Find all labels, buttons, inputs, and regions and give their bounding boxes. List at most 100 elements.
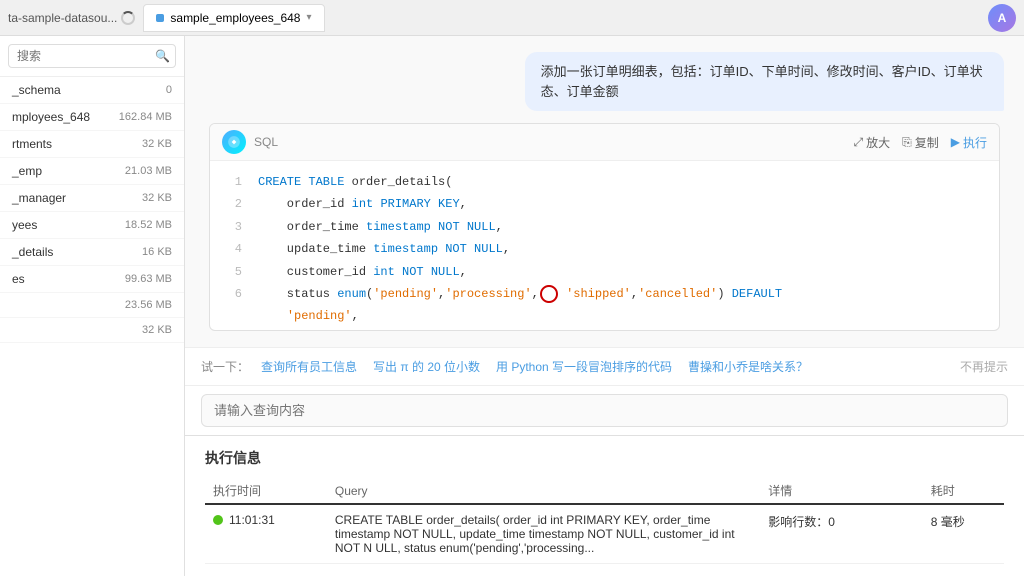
item-size: 18.52 MB: [125, 219, 172, 231]
col-header-duration: 耗时: [923, 478, 1004, 504]
table-row: 11:01:31 CREATE TABLE order_details( ord…: [205, 504, 1004, 564]
code-content: order_time timestamp NOT NULL,: [258, 217, 503, 237]
exec-query-cell: CREATE TABLE order_details( order_id int…: [327, 504, 760, 564]
line-number: 4: [222, 239, 242, 259]
zoom-label: 放大: [866, 134, 890, 151]
tab-chevron-icon: ▾: [306, 12, 311, 23]
sidebar-item-employees[interactable]: mployees_648 162.84 MB: [0, 104, 184, 131]
sidebar-item-emp[interactable]: _emp 21.03 MB: [0, 158, 184, 185]
line-number: 5: [222, 262, 242, 282]
item-name: _manager: [12, 191, 66, 205]
execution-info: 执行信息 执行时间 Query 详情 耗时 11: [185, 435, 1024, 576]
item-name: _schema: [12, 83, 61, 97]
sidebar-item-manager[interactable]: _manager 32 KB: [0, 185, 184, 212]
sidebar-item-details[interactable]: _details 16 KB: [0, 239, 184, 266]
col-header-time: 执行时间: [205, 478, 327, 504]
suggestions-bar: 试一下： 查询所有员工信息 写出 π 的 20 位小数 用 Python 写一段…: [185, 347, 1024, 385]
sidebar-item-departments[interactable]: rtments 32 KB: [0, 131, 184, 158]
sql-header-left: SQL: [222, 130, 278, 154]
code-area: 1 CREATE TABLE order_details( 2 order_id…: [210, 161, 999, 331]
chat-area: 添加一张订单明细表，包括：订单ID、下单时间、修改时间、客户ID、订单状态、订单…: [185, 36, 1024, 347]
col-header-detail: 详情: [760, 478, 923, 504]
copy-action[interactable]: ⎘ 复制: [902, 134, 939, 151]
item-name: es: [12, 272, 25, 286]
col-header-query: Query: [327, 478, 760, 504]
sidebar-item-schema[interactable]: _schema 0: [0, 77, 184, 104]
code-content: customer_id int NOT NULL,: [258, 262, 467, 282]
item-size: 32 KB: [142, 324, 172, 336]
zoom-action[interactable]: ⤢ 放大: [854, 134, 891, 151]
code-line-3: 3 order_time timestamp NOT NULL,: [210, 216, 999, 238]
suggestion-label: 试一下：: [201, 358, 249, 375]
suggestion-btn-1[interactable]: 写出 π 的 20 位小数: [369, 356, 484, 377]
active-tab[interactable]: sample_employees_648 ▾: [143, 4, 324, 32]
sidebar-item-es[interactable]: es 99.63 MB: [0, 266, 184, 293]
sidebar-item-yees[interactable]: yees 18.52 MB: [0, 212, 184, 239]
top-bar: ta-sample-datasou... sample_employees_64…: [0, 0, 1024, 36]
item-name: mployees_648: [12, 110, 90, 124]
code-line-5: 5 customer_id int NOT NULL,: [210, 261, 999, 283]
user-avatar[interactable]: A: [988, 4, 1016, 32]
tab-dot: [156, 14, 164, 22]
cursor-circle: [540, 285, 558, 303]
run-label: 执行: [963, 134, 987, 151]
item-size: 32 KB: [142, 138, 172, 150]
code-line-1: 1 CREATE TABLE order_details(: [210, 171, 999, 193]
code-content: order_id int PRIMARY KEY,: [258, 194, 467, 214]
item-size: 21.03 MB: [125, 165, 172, 177]
run-action[interactable]: ▶ 执行: [951, 134, 987, 151]
line-number: 3: [222, 217, 242, 237]
app-label: ta-sample-datasou...: [8, 11, 117, 25]
line-number: 2: [222, 194, 242, 214]
sidebar-items-list: _schema 0 mployees_648 162.84 MB rtments…: [0, 77, 184, 576]
code-line-6: 6 status enum('pending','processing', 's…: [210, 283, 999, 305]
sql-svg: [227, 135, 241, 149]
tab-label: sample_employees_648: [170, 11, 300, 25]
sidebar-item-9[interactable]: 32 KB: [0, 318, 184, 343]
copy-icon: ⎘: [902, 135, 912, 150]
suggestion-btn-3[interactable]: 曹操和小乔是啥关系？: [684, 356, 812, 377]
user-message: 添加一张订单明细表，包括：订单ID、下单时间、修改时间、客户ID、订单状态、订单…: [525, 52, 1004, 111]
zoom-icon: ⤢: [854, 135, 864, 150]
suggestion-btn-2[interactable]: 用 Python 写一段冒泡排序的代码: [492, 356, 676, 377]
sql-block: SQL ⤢ 放大 ⎘ 复制 ▶ 执行: [209, 123, 1000, 331]
sql-logo-icon: [222, 130, 246, 154]
sidebar-item-8[interactable]: 23.56 MB: [0, 293, 184, 318]
code-content: status enum('pending','processing', 'shi…: [258, 284, 782, 304]
sql-actions: ⤢ 放大 ⎘ 复制 ▶ 执行: [854, 134, 988, 151]
item-name: _details: [12, 245, 53, 259]
item-size: 0: [166, 84, 172, 96]
copy-label: 复制: [915, 134, 939, 151]
sql-header: SQL ⤢ 放大 ⎘ 复制 ▶ 执行: [210, 124, 999, 161]
item-name: rtments: [12, 137, 52, 151]
exec-detail-cell: 影响行数：0: [760, 504, 923, 564]
success-icon: [213, 515, 223, 525]
suggestion-btn-0[interactable]: 查询所有员工信息: [257, 356, 361, 377]
item-size: 16 KB: [142, 246, 172, 258]
search-input[interactable]: [8, 44, 176, 68]
line-number: 6: [222, 284, 242, 304]
code-content: CREATE TABLE order_details(: [258, 172, 452, 192]
exec-time-value: 11:01:31: [229, 513, 275, 527]
item-name: yees: [12, 218, 37, 232]
item-name: _emp: [12, 164, 42, 178]
exec-title: 执行信息: [205, 448, 1004, 468]
dismiss-button[interactable]: 不再提示: [960, 358, 1008, 375]
run-icon: ▶: [951, 135, 960, 149]
code-line-4: 4 update_time timestamp NOT NULL,: [210, 238, 999, 260]
line-number: 1: [222, 172, 242, 192]
app-title: ta-sample-datasou...: [8, 11, 135, 25]
exec-time-cell: 11:01:31: [205, 504, 327, 564]
item-size: 162.84 MB: [119, 111, 172, 123]
item-size: 99.63 MB: [125, 273, 172, 285]
query-input[interactable]: [201, 394, 1008, 427]
code-content: 'pending',: [258, 306, 359, 326]
sidebar: 🔍 _schema 0 mployees_648 162.84 MB rtmen…: [0, 36, 185, 576]
search-icon: 🔍: [155, 49, 170, 63]
exec-table: 执行时间 Query 详情 耗时 11:01:31: [205, 478, 1004, 564]
query-input-area: [185, 385, 1024, 435]
main-layout: 🔍 _schema 0 mployees_648 162.84 MB rtmen…: [0, 36, 1024, 576]
exec-duration-cell: 8 毫秒: [923, 504, 1004, 564]
sql-label: SQL: [254, 135, 278, 149]
code-line-2: 2 order_id int PRIMARY KEY,: [210, 193, 999, 215]
